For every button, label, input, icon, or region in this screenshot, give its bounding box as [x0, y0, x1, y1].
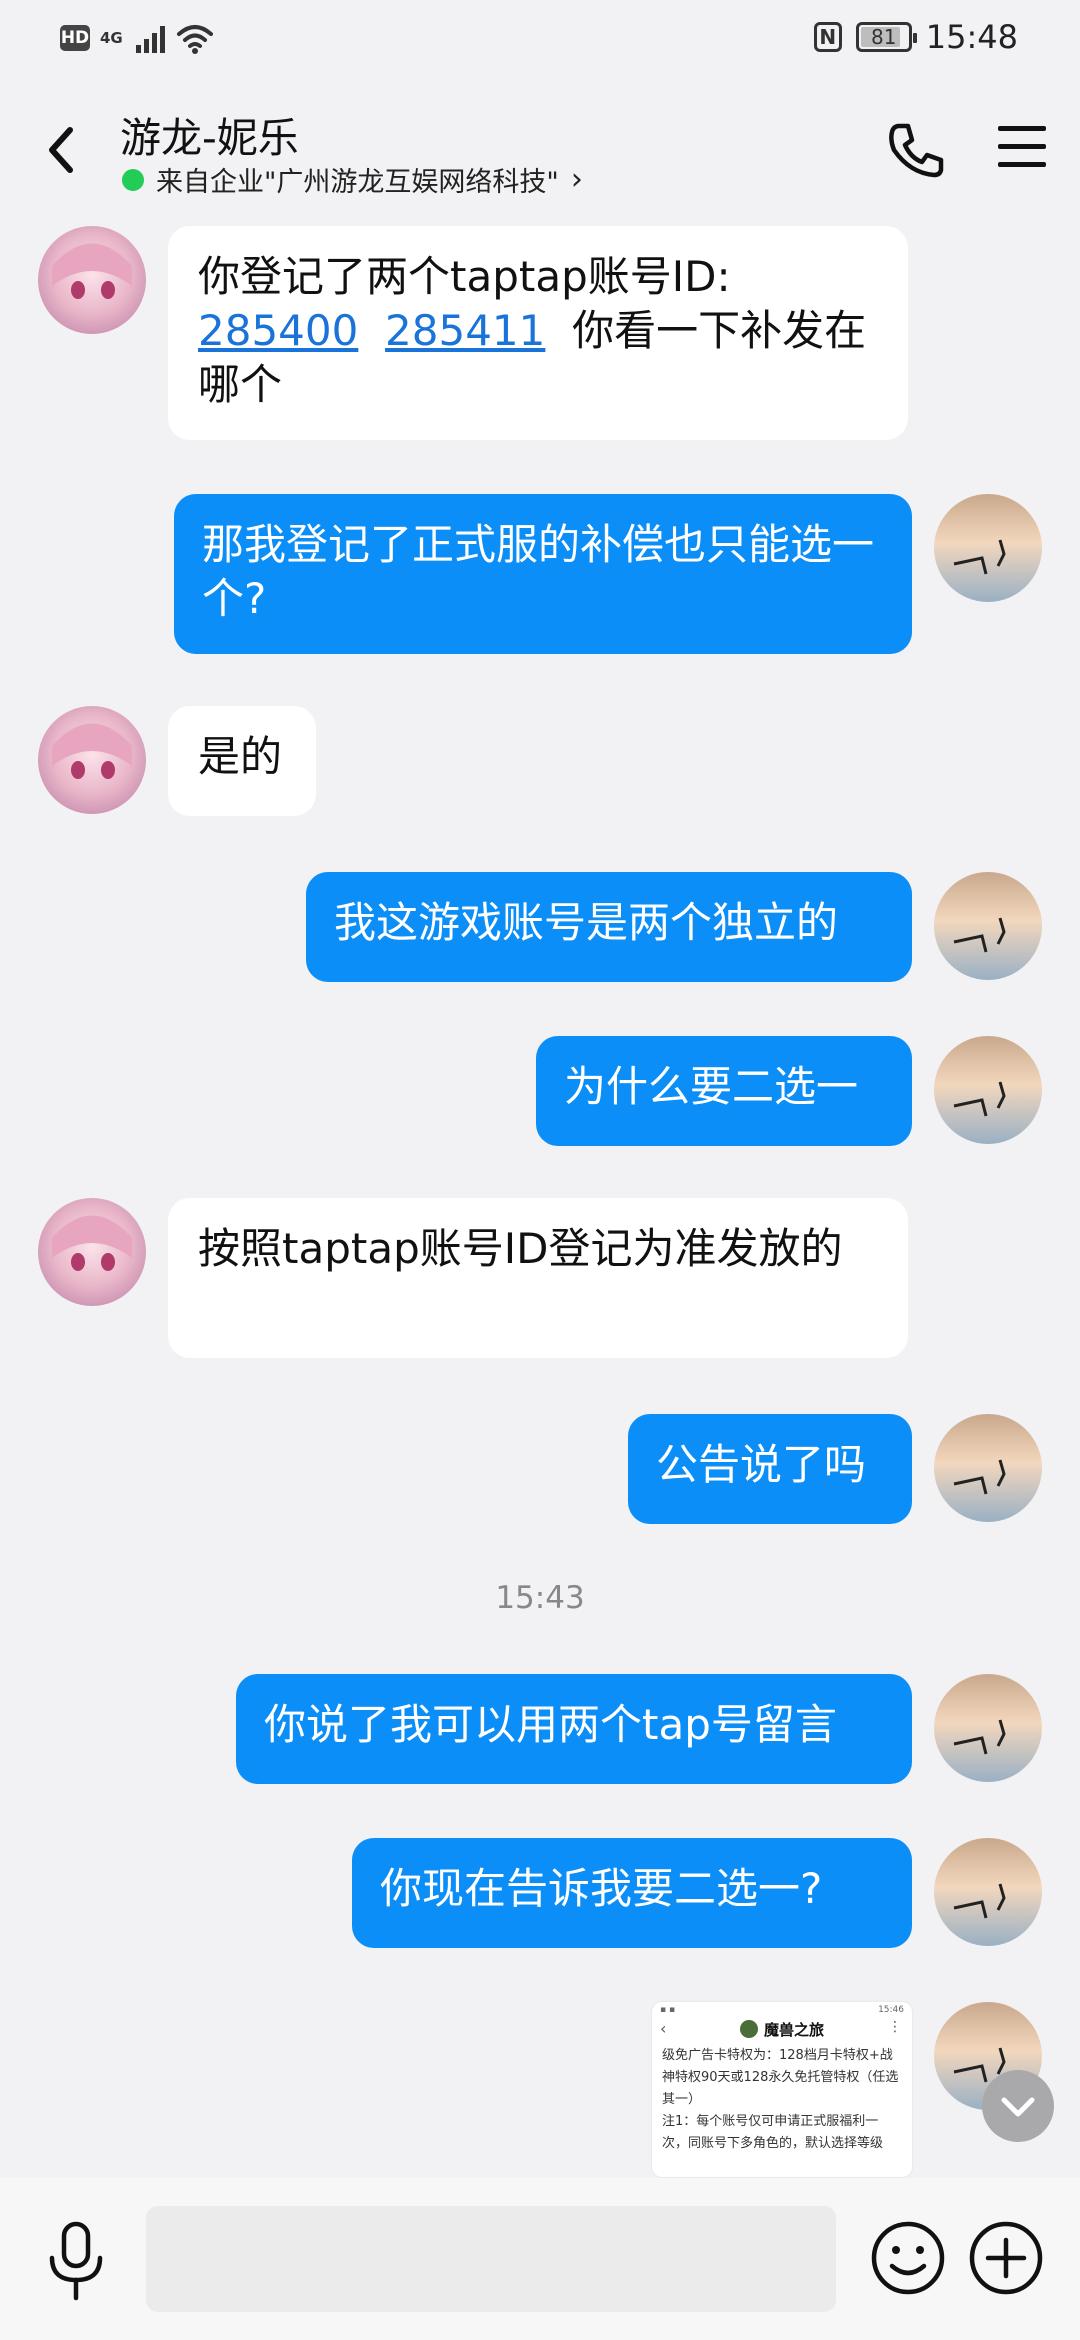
contact-avatar[interactable]	[38, 706, 146, 814]
preview-status-bar: ▪ ▪ 15:46	[660, 2005, 904, 2015]
message-outgoing[interactable]: 那我登记了正式服的补偿也只能选一个?	[174, 494, 912, 654]
add-attachment-button[interactable]	[966, 2218, 1046, 2298]
online-status-dot	[122, 168, 144, 191]
preview-app-title: 魔兽之旅	[763, 2020, 824, 2039]
menu-button[interactable]	[996, 122, 1048, 172]
status-right: N 81 15:48	[813, 18, 1018, 56]
wifi-icon	[177, 25, 213, 54]
app-icon	[739, 2020, 758, 2038]
message-outgoing[interactable]: 为什么要二选一	[536, 1036, 912, 1146]
company-info[interactable]: 来自企业"广州游龙互娱网络科技" ›	[122, 160, 583, 199]
message-incoming[interactable]: 是的	[168, 706, 316, 816]
message-text: 你登记了两个taptap账号ID:	[198, 252, 731, 301]
message-incoming[interactable]: 你登记了两个taptap账号ID: 285400 285411 你看一下补发在哪…	[168, 226, 908, 440]
message-outgoing[interactable]: 公告说了吗	[628, 1414, 912, 1524]
company-label: 来自企业"广州游龙互娱网络科技"	[156, 167, 559, 198]
preview-time: 15:46	[878, 2005, 904, 2015]
user-avatar[interactable]	[934, 872, 1042, 980]
message-input[interactable]	[146, 2206, 836, 2312]
preview-line: 注1：每个账号仅可申请正式服福利一	[662, 2114, 879, 2129]
message-text: 为什么要二选一	[564, 1062, 859, 1111]
preview-line: 级免广告卡特权为：128档月卡特权+战	[662, 2048, 893, 2063]
signal-icon	[136, 23, 165, 53]
message-incoming[interactable]: 按照taptap账号ID登记为准发放的	[168, 1198, 908, 1358]
status-time: 15:48	[925, 18, 1018, 56]
contact-avatar[interactable]	[38, 226, 146, 334]
hd-badge: HD	[60, 25, 90, 51]
message-text: 是的	[198, 732, 283, 781]
message-outgoing[interactable]: 你说了我可以用两个tap号留言	[236, 1674, 912, 1784]
message-text: 公告说了吗	[656, 1440, 867, 1489]
user-avatar[interactable]	[934, 1838, 1042, 1946]
preview-text: 级免广告卡特权为：128档月卡特权+战 神特权90天或128永久免托管特权（任选…	[652, 2043, 912, 2157]
account-id-link[interactable]: 285411	[385, 306, 545, 355]
scroll-to-bottom-button[interactable]	[982, 2070, 1054, 2142]
message-text: 你现在告诉我要二选一?	[380, 1864, 823, 1913]
message-outgoing[interactable]: 你现在告诉我要二选一?	[352, 1838, 912, 1948]
battery-icon: 81	[855, 22, 917, 52]
user-avatar[interactable]	[934, 1414, 1042, 1522]
status-bar: HD 4G N 81 15:48	[0, 0, 1080, 82]
back-icon: ‹	[660, 2019, 667, 2038]
message-timestamp: 15:43	[495, 1580, 585, 1616]
message-text: 我这游戏账号是两个独立的	[334, 898, 839, 947]
back-button[interactable]	[34, 118, 90, 182]
message-text: 按照taptap账号ID登记为准发放的	[198, 1224, 843, 1273]
preview-header: ‹ 魔兽之旅 ⋮	[652, 2015, 912, 2043]
image-message[interactable]: ▪ ▪ 15:46 ‹ 魔兽之旅 ⋮ 级免广告卡特权为：128档月卡特权+战 神特…	[652, 2002, 912, 2177]
preview-line: 神特权90天或128永久免托管特权（任选	[662, 2070, 899, 2085]
voice-input-button[interactable]	[44, 2220, 108, 2304]
emoji-button[interactable]	[868, 2218, 948, 2298]
user-avatar[interactable]	[934, 1036, 1042, 1144]
user-avatar[interactable]	[934, 494, 1042, 602]
message-text: 那我登记了正式服的补偿也只能选一个?	[202, 520, 875, 623]
contact-avatar[interactable]	[38, 1198, 146, 1306]
battery-level: 81	[871, 25, 897, 49]
nfc-icon: N	[813, 22, 842, 52]
preview-line: 次，同账号下多角色的，默认选择等级	[662, 2136, 884, 2151]
more-icon: ⋮	[888, 2019, 902, 2035]
message-text: 你说了我可以用两个tap号留言	[264, 1700, 837, 1749]
account-id-link[interactable]: 285400	[198, 306, 358, 355]
chevron-right-icon: ›	[570, 162, 583, 197]
phone-call-button[interactable]	[884, 118, 948, 182]
chat-title[interactable]: 游龙-妮乐	[120, 104, 299, 164]
preview-line: 其一）	[662, 2092, 702, 2107]
user-avatar[interactable]	[934, 1674, 1042, 1782]
status-left: HD 4G	[60, 22, 215, 54]
message-outgoing[interactable]: 我这游戏账号是两个独立的	[306, 872, 912, 982]
network-type: 4G	[100, 29, 123, 47]
